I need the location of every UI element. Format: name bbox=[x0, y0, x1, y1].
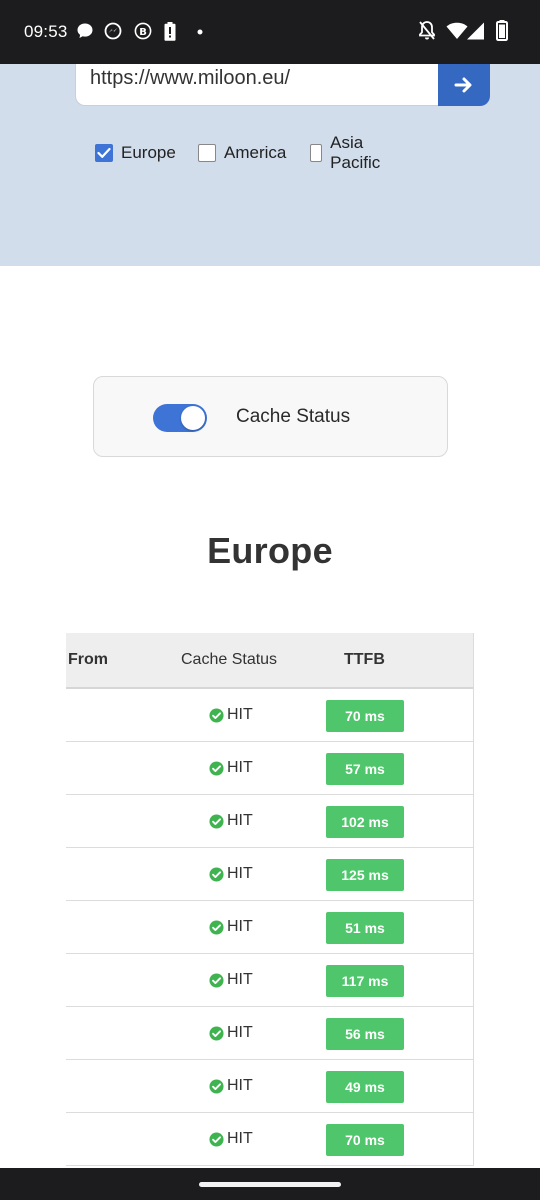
region-label: Asia Pacific bbox=[330, 133, 381, 172]
ttfb-badge: 70 ms bbox=[326, 1124, 404, 1156]
cache-status-cell: HIT bbox=[209, 1024, 253, 1042]
ttfb-badge: 125 ms bbox=[326, 859, 404, 891]
region-label: America bbox=[224, 143, 287, 162]
cache-status-cell: HIT bbox=[209, 971, 253, 989]
toggle-knob bbox=[181, 406, 205, 430]
column-header-from: From bbox=[68, 651, 108, 668]
table-row: HIT 57 ms bbox=[66, 742, 473, 795]
table-row: HIT 125 ms bbox=[66, 848, 473, 901]
ttfb-badge: 102 ms bbox=[326, 806, 404, 838]
go-button[interactable] bbox=[438, 64, 490, 106]
cache-status-text: HIT bbox=[227, 706, 253, 723]
check-circle-icon bbox=[209, 866, 224, 882]
cache-status-text: HIT bbox=[227, 1077, 253, 1094]
signal-icon bbox=[467, 22, 484, 40]
cache-status-text: HIT bbox=[227, 812, 253, 829]
cache-status-label: Cache Status bbox=[236, 406, 351, 427]
table-row: HIT 49 ms bbox=[66, 1060, 473, 1113]
dot-icon bbox=[197, 29, 203, 35]
svg-text:B: B bbox=[139, 27, 147, 38]
cache-status-cell: HIT bbox=[209, 812, 253, 830]
table-row: HIT 102 ms bbox=[66, 795, 473, 848]
column-header-ttfb: TTFB bbox=[344, 651, 385, 668]
status-time: 09:53 bbox=[24, 22, 68, 41]
home-gesture-handle[interactable] bbox=[199, 1182, 341, 1187]
cache-status-cell: HIT bbox=[209, 865, 253, 883]
url-input[interactable]: https://www.miloon.eu/ bbox=[75, 64, 439, 106]
wifi-icon bbox=[446, 22, 468, 39]
cache-status-text: HIT bbox=[227, 971, 253, 988]
checkbox-asia-pacific[interactable] bbox=[310, 144, 323, 162]
check-circle-icon bbox=[209, 1025, 224, 1041]
check-circle-icon bbox=[209, 813, 224, 829]
url-input-value[interactable]: https://www.miloon.eu/ bbox=[90, 67, 290, 90]
cache-status-cell: HIT bbox=[209, 1130, 253, 1148]
ttfb-badge: 117 ms bbox=[326, 965, 404, 997]
chat-bubble-icon bbox=[77, 23, 93, 38]
ttfb-badge: 51 ms bbox=[326, 912, 404, 944]
cache-status-card: Cache Status bbox=[93, 376, 448, 457]
arrow-right-icon bbox=[454, 77, 472, 93]
cache-status-text: HIT bbox=[227, 918, 253, 935]
messenger-icon bbox=[104, 22, 122, 40]
region-option-asia-pacific[interactable]: Asia Pacific bbox=[310, 133, 386, 172]
table-row: HIT 56 ms bbox=[66, 1007, 473, 1060]
status-bar: 09:53 B bbox=[0, 0, 540, 64]
checkbox-america[interactable] bbox=[198, 144, 216, 162]
check-circle-icon bbox=[209, 972, 224, 988]
check-icon bbox=[97, 147, 111, 158]
ttfb-badge: 57 ms bbox=[326, 753, 404, 785]
region-label: Europe bbox=[121, 143, 176, 162]
column-header-cache-status: Cache Status bbox=[181, 651, 278, 668]
table-row: HIT 70 ms bbox=[66, 1113, 473, 1166]
check-circle-icon bbox=[209, 1131, 224, 1147]
checkbox-europe[interactable] bbox=[95, 144, 113, 162]
cache-status-text: HIT bbox=[227, 759, 253, 776]
region-option-america[interactable]: America bbox=[198, 142, 286, 164]
check-circle-icon bbox=[209, 760, 224, 776]
table-row: HIT 70 ms bbox=[66, 689, 473, 742]
check-circle-icon bbox=[209, 1078, 224, 1094]
cache-status-cell: HIT bbox=[209, 918, 253, 936]
region-option-europe[interactable]: Europe bbox=[95, 142, 176, 164]
ttfb-badge: 70 ms bbox=[326, 700, 404, 732]
table-header: From Cache Status TTFB bbox=[66, 633, 473, 689]
cache-status-cell: HIT bbox=[209, 706, 253, 724]
check-circle-icon bbox=[209, 707, 224, 723]
cache-status-text: HIT bbox=[227, 1024, 253, 1041]
table-row: HIT 51 ms bbox=[66, 901, 473, 954]
ttfb-badge: 49 ms bbox=[326, 1071, 404, 1103]
table-body: HIT 70 ms HIT 57 ms HIT 102 ms HIT 125 ms HIT 51 … bbox=[66, 689, 473, 1166]
notifications-off-icon bbox=[419, 21, 435, 40]
cache-status-cell: HIT bbox=[209, 1077, 253, 1095]
results-heading: Europe bbox=[207, 530, 333, 571]
cache-status-toggle[interactable] bbox=[153, 404, 207, 432]
cache-status-text: HIT bbox=[227, 865, 253, 882]
cache-status-cell: HIT bbox=[209, 759, 253, 777]
battery-icon bbox=[496, 20, 508, 41]
results-table: From Cache Status TTFB HIT 70 ms HIT 57 ms H… bbox=[66, 633, 474, 1166]
ttfb-badge: 56 ms bbox=[326, 1018, 404, 1050]
business-b-icon: B bbox=[134, 22, 152, 40]
battery-alert-icon bbox=[164, 22, 176, 41]
cache-status-text: HIT bbox=[227, 1130, 253, 1147]
check-circle-icon bbox=[209, 919, 224, 935]
navigation-bar bbox=[0, 1168, 540, 1200]
table-row: HIT 117 ms bbox=[66, 954, 473, 1007]
